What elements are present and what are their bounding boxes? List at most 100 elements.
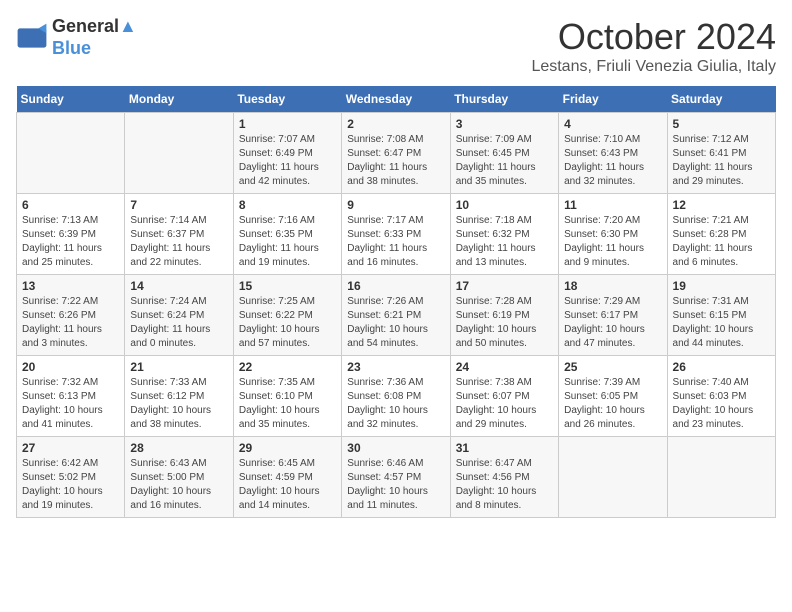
daylight-text: Daylight: 11 hours and 42 minutes. <box>239 162 319 187</box>
calendar-cell: 2 Sunrise: 7:08 AM Sunset: 6:47 PM Dayli… <box>342 113 450 194</box>
day-info: Sunrise: 6:42 AM Sunset: 5:02 PM Dayligh… <box>22 457 119 513</box>
daylight-text: Daylight: 11 hours and 6 minutes. <box>673 243 753 268</box>
logo: General▲ Blue <box>16 16 137 59</box>
calendar-cell: 10 Sunrise: 7:18 AM Sunset: 6:32 PM Dayl… <box>450 194 558 275</box>
calendar-cell: 8 Sunrise: 7:16 AM Sunset: 6:35 PM Dayli… <box>233 194 341 275</box>
day-info: Sunrise: 7:18 AM Sunset: 6:32 PM Dayligh… <box>456 214 553 270</box>
sunrise-text: Sunrise: 7:21 AM <box>673 215 749 226</box>
day-number: 19 <box>673 279 770 293</box>
weekday-header-sunday: Sunday <box>17 86 125 113</box>
day-number: 21 <box>130 360 227 374</box>
day-info: Sunrise: 7:33 AM Sunset: 6:12 PM Dayligh… <box>130 376 227 432</box>
day-number: 18 <box>564 279 661 293</box>
day-number: 4 <box>564 117 661 131</box>
calendar-cell: 26 Sunrise: 7:40 AM Sunset: 6:03 PM Dayl… <box>667 356 775 437</box>
calendar-week-row: 27 Sunrise: 6:42 AM Sunset: 5:02 PM Dayl… <box>17 437 776 518</box>
sunset-text: Sunset: 6:12 PM <box>130 391 204 402</box>
day-number: 12 <box>673 198 770 212</box>
daylight-text: Daylight: 11 hours and 16 minutes. <box>347 243 427 268</box>
sunset-text: Sunset: 6:13 PM <box>22 391 96 402</box>
sunrise-text: Sunrise: 7:10 AM <box>564 134 640 145</box>
day-info: Sunrise: 7:25 AM Sunset: 6:22 PM Dayligh… <box>239 295 336 351</box>
calendar-cell: 27 Sunrise: 6:42 AM Sunset: 5:02 PM Dayl… <box>17 437 125 518</box>
daylight-text: Daylight: 11 hours and 9 minutes. <box>564 243 644 268</box>
day-info: Sunrise: 7:31 AM Sunset: 6:15 PM Dayligh… <box>673 295 770 351</box>
day-info: Sunrise: 7:07 AM Sunset: 6:49 PM Dayligh… <box>239 133 336 189</box>
day-number: 26 <box>673 360 770 374</box>
daylight-text: Daylight: 10 hours and 47 minutes. <box>564 324 645 349</box>
sunset-text: Sunset: 6:37 PM <box>130 229 204 240</box>
daylight-text: Daylight: 10 hours and 26 minutes. <box>564 405 645 430</box>
sunrise-text: Sunrise: 7:35 AM <box>239 377 315 388</box>
sunset-text: Sunset: 6:10 PM <box>239 391 313 402</box>
day-info: Sunrise: 7:38 AM Sunset: 6:07 PM Dayligh… <box>456 376 553 432</box>
daylight-text: Daylight: 10 hours and 19 minutes. <box>22 486 103 511</box>
calendar-cell: 22 Sunrise: 7:35 AM Sunset: 6:10 PM Dayl… <box>233 356 341 437</box>
daylight-text: Daylight: 11 hours and 35 minutes. <box>456 162 536 187</box>
daylight-text: Daylight: 10 hours and 32 minutes. <box>347 405 428 430</box>
daylight-text: Daylight: 10 hours and 16 minutes. <box>130 486 211 511</box>
sunrise-text: Sunrise: 7:31 AM <box>673 296 749 307</box>
sunset-text: Sunset: 6:26 PM <box>22 310 96 321</box>
sunrise-text: Sunrise: 7:32 AM <box>22 377 98 388</box>
day-info: Sunrise: 7:16 AM Sunset: 6:35 PM Dayligh… <box>239 214 336 270</box>
day-info: Sunrise: 7:17 AM Sunset: 6:33 PM Dayligh… <box>347 214 444 270</box>
calendar-cell <box>667 437 775 518</box>
sunset-text: Sunset: 6:33 PM <box>347 229 421 240</box>
sunrise-text: Sunrise: 7:28 AM <box>456 296 532 307</box>
daylight-text: Daylight: 10 hours and 50 minutes. <box>456 324 537 349</box>
weekday-header-saturday: Saturday <box>667 86 775 113</box>
day-number: 29 <box>239 441 336 455</box>
sunrise-text: Sunrise: 7:07 AM <box>239 134 315 145</box>
calendar-cell <box>125 113 233 194</box>
sunset-text: Sunset: 6:39 PM <box>22 229 96 240</box>
day-number: 27 <box>22 441 119 455</box>
daylight-text: Daylight: 10 hours and 8 minutes. <box>456 486 537 511</box>
weekday-header-wednesday: Wednesday <box>342 86 450 113</box>
calendar-table: SundayMondayTuesdayWednesdayThursdayFrid… <box>16 86 776 518</box>
daylight-text: Daylight: 10 hours and 44 minutes. <box>673 324 754 349</box>
sunset-text: Sunset: 6:08 PM <box>347 391 421 402</box>
calendar-week-row: 20 Sunrise: 7:32 AM Sunset: 6:13 PM Dayl… <box>17 356 776 437</box>
weekday-header-row: SundayMondayTuesdayWednesdayThursdayFrid… <box>17 86 776 113</box>
sunrise-text: Sunrise: 6:45 AM <box>239 458 315 469</box>
day-number: 31 <box>456 441 553 455</box>
sunset-text: Sunset: 6:45 PM <box>456 148 530 159</box>
sunset-text: Sunset: 6:49 PM <box>239 148 313 159</box>
calendar-week-row: 1 Sunrise: 7:07 AM Sunset: 6:49 PM Dayli… <box>17 113 776 194</box>
sunset-text: Sunset: 6:47 PM <box>347 148 421 159</box>
sunrise-text: Sunrise: 6:42 AM <box>22 458 98 469</box>
sunrise-text: Sunrise: 7:13 AM <box>22 215 98 226</box>
day-info: Sunrise: 7:10 AM Sunset: 6:43 PM Dayligh… <box>564 133 661 189</box>
sunset-text: Sunset: 6:35 PM <box>239 229 313 240</box>
sunset-text: Sunset: 6:24 PM <box>130 310 204 321</box>
calendar-cell: 9 Sunrise: 7:17 AM Sunset: 6:33 PM Dayli… <box>342 194 450 275</box>
calendar-cell: 29 Sunrise: 6:45 AM Sunset: 4:59 PM Dayl… <box>233 437 341 518</box>
calendar-cell: 31 Sunrise: 6:47 AM Sunset: 4:56 PM Dayl… <box>450 437 558 518</box>
day-number: 25 <box>564 360 661 374</box>
day-info: Sunrise: 6:46 AM Sunset: 4:57 PM Dayligh… <box>347 457 444 513</box>
day-number: 1 <box>239 117 336 131</box>
day-info: Sunrise: 7:29 AM Sunset: 6:17 PM Dayligh… <box>564 295 661 351</box>
sunrise-text: Sunrise: 7:24 AM <box>130 296 206 307</box>
calendar-cell: 20 Sunrise: 7:32 AM Sunset: 6:13 PM Dayl… <box>17 356 125 437</box>
page-header: General▲ Blue October 2024 Lestans, Friu… <box>16 16 776 76</box>
sunset-text: Sunset: 6:22 PM <box>239 310 313 321</box>
calendar-cell: 15 Sunrise: 7:25 AM Sunset: 6:22 PM Dayl… <box>233 275 341 356</box>
weekday-header-friday: Friday <box>559 86 667 113</box>
logo-text: General▲ Blue <box>52 16 137 59</box>
daylight-text: Daylight: 11 hours and 32 minutes. <box>564 162 644 187</box>
day-number: 8 <box>239 198 336 212</box>
sunrise-text: Sunrise: 7:17 AM <box>347 215 423 226</box>
calendar-cell: 1 Sunrise: 7:07 AM Sunset: 6:49 PM Dayli… <box>233 113 341 194</box>
sunrise-text: Sunrise: 7:18 AM <box>456 215 532 226</box>
calendar-cell: 19 Sunrise: 7:31 AM Sunset: 6:15 PM Dayl… <box>667 275 775 356</box>
calendar-cell: 25 Sunrise: 7:39 AM Sunset: 6:05 PM Dayl… <box>559 356 667 437</box>
daylight-text: Daylight: 10 hours and 54 minutes. <box>347 324 428 349</box>
sunrise-text: Sunrise: 7:25 AM <box>239 296 315 307</box>
calendar-cell: 14 Sunrise: 7:24 AM Sunset: 6:24 PM Dayl… <box>125 275 233 356</box>
day-number: 7 <box>130 198 227 212</box>
sunrise-text: Sunrise: 7:39 AM <box>564 377 640 388</box>
weekday-header-monday: Monday <box>125 86 233 113</box>
day-number: 24 <box>456 360 553 374</box>
